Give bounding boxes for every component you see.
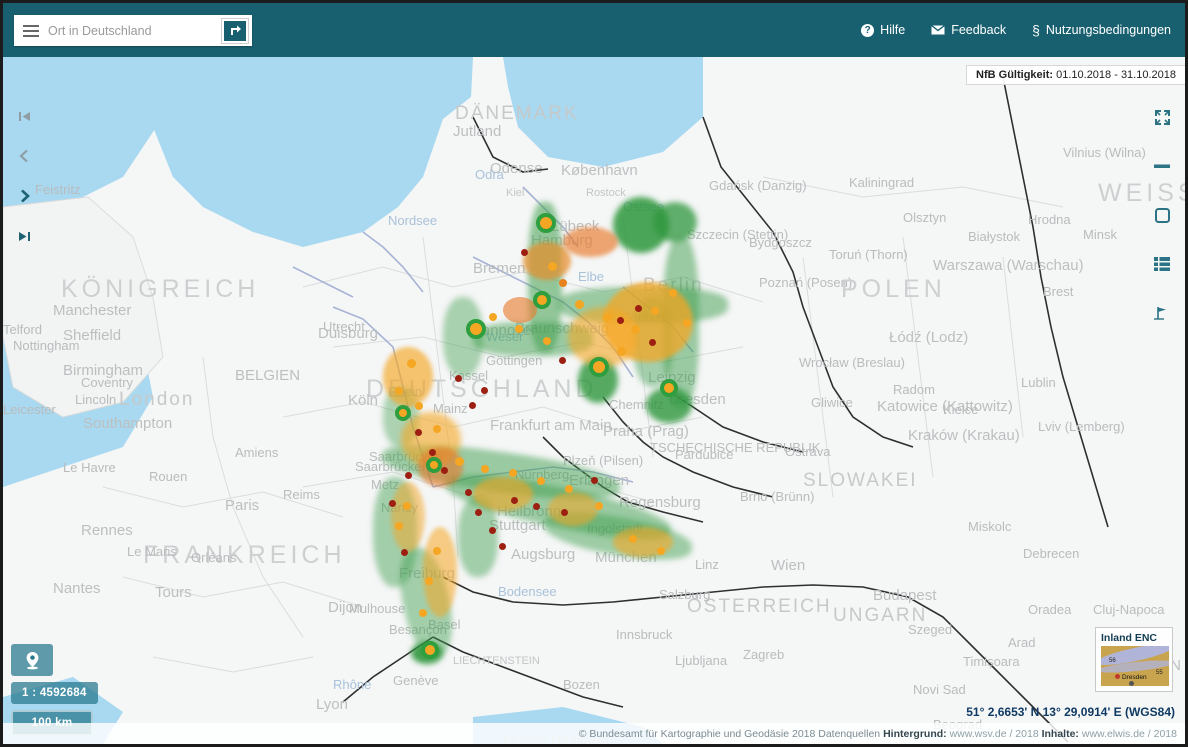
flag-icon[interactable] <box>1149 301 1175 325</box>
validity-range: 01.10.2018 - 31.10.2018 <box>1056 69 1176 81</box>
skip-first-button[interactable] <box>11 105 37 127</box>
previous-button[interactable] <box>11 145 37 167</box>
fullscreen-button[interactable] <box>1149 105 1175 129</box>
timeline-controls <box>11 105 37 247</box>
hamburger-menu-icon[interactable] <box>14 15 48 46</box>
envelope-icon <box>931 25 945 35</box>
extent-button[interactable] <box>1149 203 1175 227</box>
enc-depth-left: 56 <box>1109 658 1116 664</box>
section-sign-icon: § <box>1032 22 1040 38</box>
copyright-text: © Bundesamt für Kartographie und Geodäsi… <box>579 728 880 740</box>
enc-title: Inland ENC <box>1101 632 1167 644</box>
nav-link-feedback[interactable]: Feedback <box>931 23 1006 37</box>
question-circle-icon: ? <box>861 24 874 37</box>
location-pin-icon[interactable] <box>11 644 53 676</box>
enc-depth-right: 55 <box>1156 670 1163 676</box>
background-label: Hintergrund: <box>883 728 947 740</box>
validity-label: NfB Gültigkeit: <box>976 69 1053 81</box>
attribution-bar: © Bundesamt für Kartographie und Geodäsi… <box>3 723 1185 744</box>
app-header: ? Hilfe Feedback § Nutzungsbedingungen <box>3 3 1185 57</box>
nav-label: Feedback <box>951 23 1006 37</box>
inland-enc-legend[interactable]: Inland ENC 56 55 Dresden <box>1095 627 1173 692</box>
nav-label: Hilfe <box>880 23 905 37</box>
map-controls <box>1149 105 1175 325</box>
validity-banner: NfB Gültigkeit: 01.10.2018 - 31.10.2018 <box>966 65 1185 85</box>
coordinate-readout: 51° 2,6653' N 13° 29,0914' E (WGS84) <box>966 705 1175 719</box>
search-input[interactable] <box>48 16 222 45</box>
map-canvas[interactable]: DÄNEMARKJutlandOdenseKøbenhavnKielRostoc… <box>3 57 1185 744</box>
app-root: ? Hilfe Feedback § Nutzungsbedingungen <box>3 3 1185 744</box>
skip-last-button[interactable] <box>11 225 37 247</box>
search-bar[interactable] <box>14 15 252 46</box>
nav-label: Nutzungsbedingungen <box>1046 23 1171 37</box>
background-link[interactable]: www.wsv.de / 2018 <box>950 728 1039 740</box>
nav-link-hilfe[interactable]: ? Hilfe <box>861 23 905 37</box>
enc-city: Dresden <box>1122 674 1147 681</box>
layers-button[interactable] <box>1149 252 1175 276</box>
nav-link-nutzungsbedingungen[interactable]: § Nutzungsbedingungen <box>1032 22 1171 38</box>
header-nav: ? Hilfe Feedback § Nutzungsbedingungen <box>861 3 1171 57</box>
content-link[interactable]: www.elwis.de / 2018 <box>1082 728 1177 740</box>
scale-ratio[interactable]: 1 : 4592684 <box>11 682 98 704</box>
content-label: Inhalte: <box>1042 728 1079 740</box>
arrow-enter-icon[interactable] <box>222 19 248 43</box>
next-button[interactable] <box>11 185 37 207</box>
enc-thumbnail: 56 55 Dresden <box>1101 646 1169 686</box>
zoom-out-button[interactable] <box>1149 154 1175 178</box>
